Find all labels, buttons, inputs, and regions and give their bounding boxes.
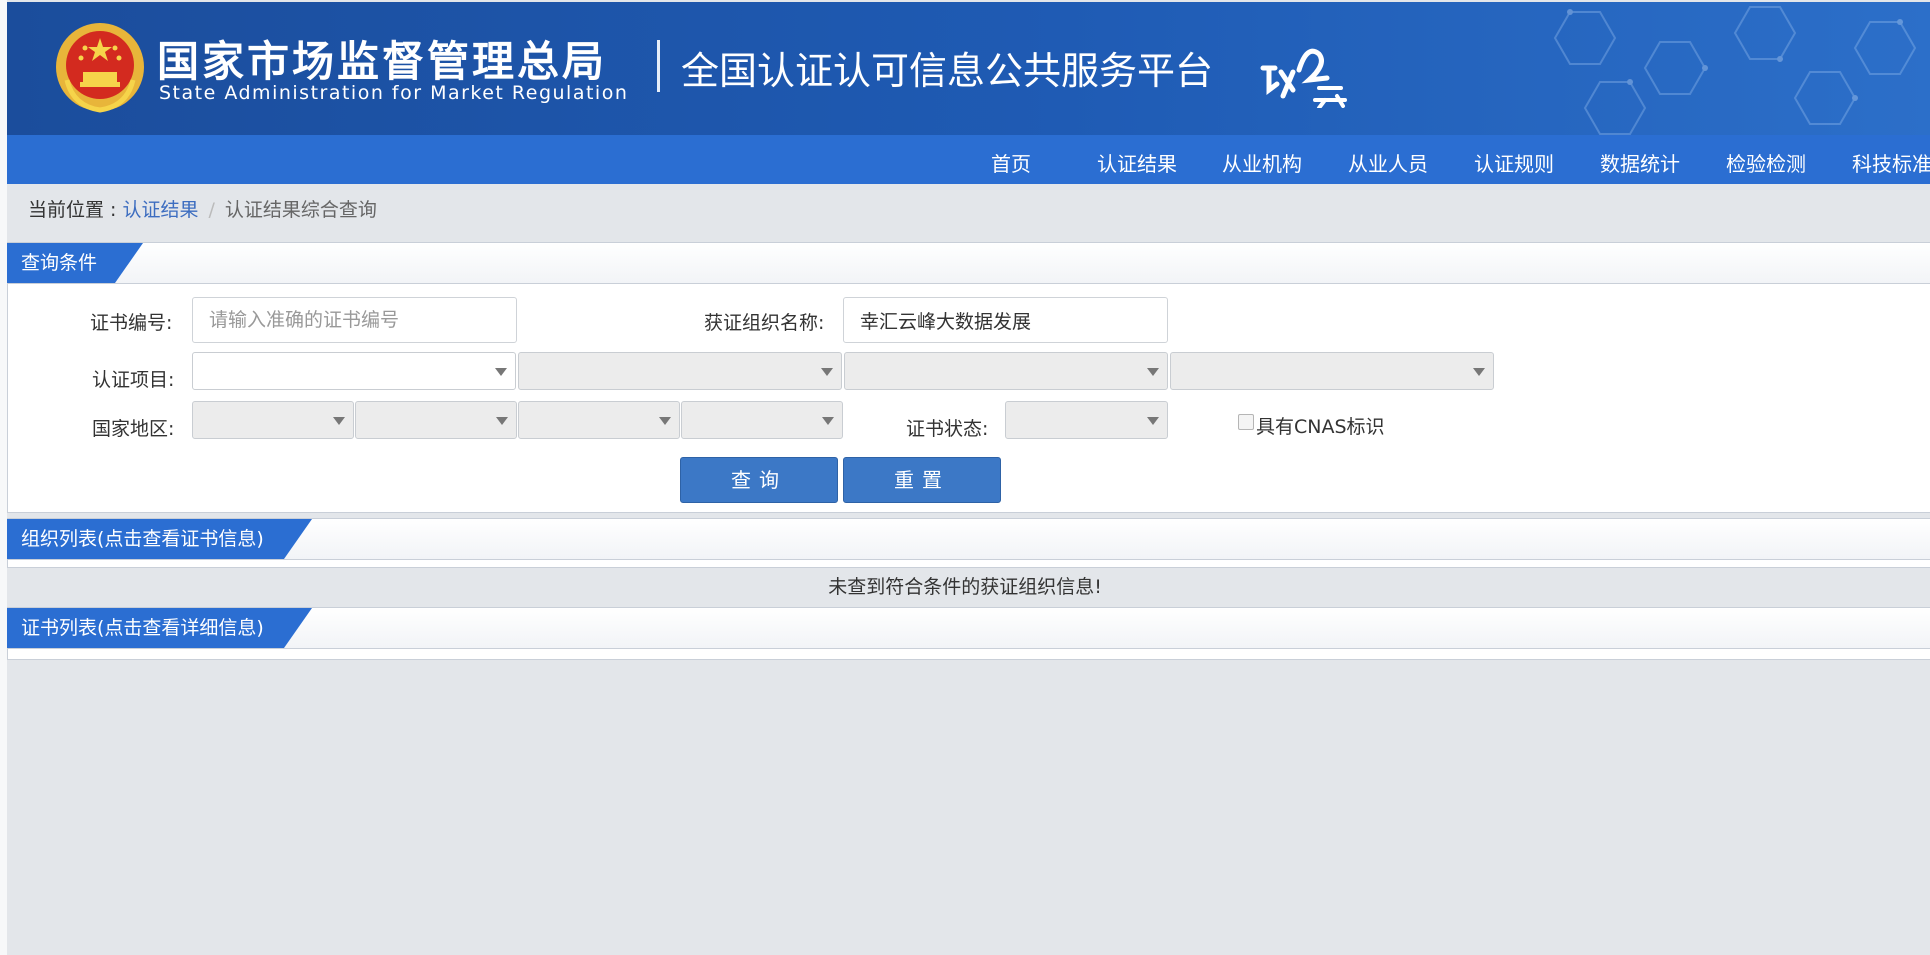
- cert-item-select-4[interactable]: [1170, 352, 1494, 390]
- query-section-title: 查询条件: [7, 243, 143, 283]
- nav-item-inspection[interactable]: 检验检测: [1726, 148, 1806, 177]
- cert-list-section-title: 证书列表(点击查看详细信息): [7, 608, 312, 648]
- cert-item-select-3[interactable]: [844, 352, 1168, 390]
- national-emblem-icon: [56, 23, 144, 113]
- region-select-3[interactable]: [518, 401, 680, 439]
- cert-no-input[interactable]: [192, 297, 517, 343]
- org-list-empty-message: 未查到符合条件的获证组织信息!: [828, 576, 1102, 598]
- cert-item-label: 认证项目:: [92, 369, 175, 391]
- cert-no-label: 证书编号:: [90, 312, 173, 334]
- breadcrumb: 当前位置 : 认证结果 / 认证结果综合查询: [28, 195, 377, 222]
- nav-item-personnel[interactable]: 从业人员: [1348, 148, 1428, 177]
- chevron-down-icon: [1147, 417, 1159, 425]
- brand-logo-icon: [1260, 48, 1347, 108]
- chevron-down-icon: [821, 368, 833, 376]
- nav-item-tech-standards[interactable]: 科技标准: [1852, 148, 1930, 177]
- chevron-down-icon: [496, 417, 508, 425]
- nav-item-cert-results[interactable]: 认证结果: [1097, 148, 1177, 177]
- chevron-down-icon: [659, 417, 671, 425]
- cnas-checkbox-label[interactable]: 具有CNAS标识: [1256, 412, 1385, 439]
- breadcrumb-current: 认证结果综合查询: [224, 199, 377, 221]
- chevron-down-icon: [822, 417, 834, 425]
- search-button[interactable]: 查询: [680, 457, 838, 503]
- agency-name-en: State Administration for Market Regulati…: [159, 82, 629, 104]
- nav-item-institutions[interactable]: 从业机构: [1222, 148, 1302, 177]
- org-list-section-header: 组织列表(点击查看证书信息): [7, 518, 1930, 560]
- chevron-down-icon: [1147, 368, 1159, 376]
- cert-item-select-2[interactable]: [518, 352, 842, 390]
- breadcrumb-prefix: 当前位置 :: [28, 199, 123, 221]
- nav-item-cert-rules[interactable]: 认证规则: [1474, 148, 1554, 177]
- org-list-section-title: 组织列表(点击查看证书信息): [7, 519, 312, 559]
- query-section-header: 查询条件: [7, 242, 1930, 284]
- main-nav: 首页 认证结果 从业机构 从业人员 认证规则 数据统计 检验检测 科技标准: [7, 135, 1930, 184]
- org-name-input[interactable]: [843, 297, 1168, 343]
- region-select-2[interactable]: [355, 401, 517, 439]
- region-select-4[interactable]: [681, 401, 843, 439]
- cert-list-section-header: 证书列表(点击查看详细信息): [7, 607, 1930, 649]
- page-left-edge: [0, 0, 7, 955]
- region-select-1[interactable]: [192, 401, 354, 439]
- chevron-down-icon: [333, 417, 345, 425]
- org-name-label: 获证组织名称:: [704, 312, 825, 334]
- agency-name-cn: 国家市场监督管理总局: [157, 37, 608, 86]
- chevron-down-icon: [1473, 368, 1485, 376]
- header-divider: [657, 40, 660, 92]
- nav-item-home[interactable]: 首页: [991, 148, 1031, 177]
- region-label: 国家地区:: [92, 418, 175, 440]
- hexagon-pattern-decoration: [1553, 6, 1917, 135]
- nav-item-statistics[interactable]: 数据统计: [1600, 148, 1680, 177]
- site-header: 国家市场监督管理总局 State Administration for Mark…: [7, 2, 1930, 135]
- breadcrumb-link[interactable]: 认证结果: [122, 199, 198, 221]
- cert-status-label: 证书状态:: [906, 418, 989, 440]
- platform-title: 全国认证认可信息公共服务平台: [681, 49, 1214, 93]
- cert-status-select[interactable]: [1005, 401, 1168, 439]
- reset-button[interactable]: 重置: [843, 457, 1001, 503]
- chevron-down-icon: [495, 368, 507, 376]
- breadcrumb-separator: /: [208, 199, 215, 221]
- cnas-checkbox[interactable]: [1238, 414, 1254, 430]
- cert-item-select-1[interactable]: [192, 352, 516, 390]
